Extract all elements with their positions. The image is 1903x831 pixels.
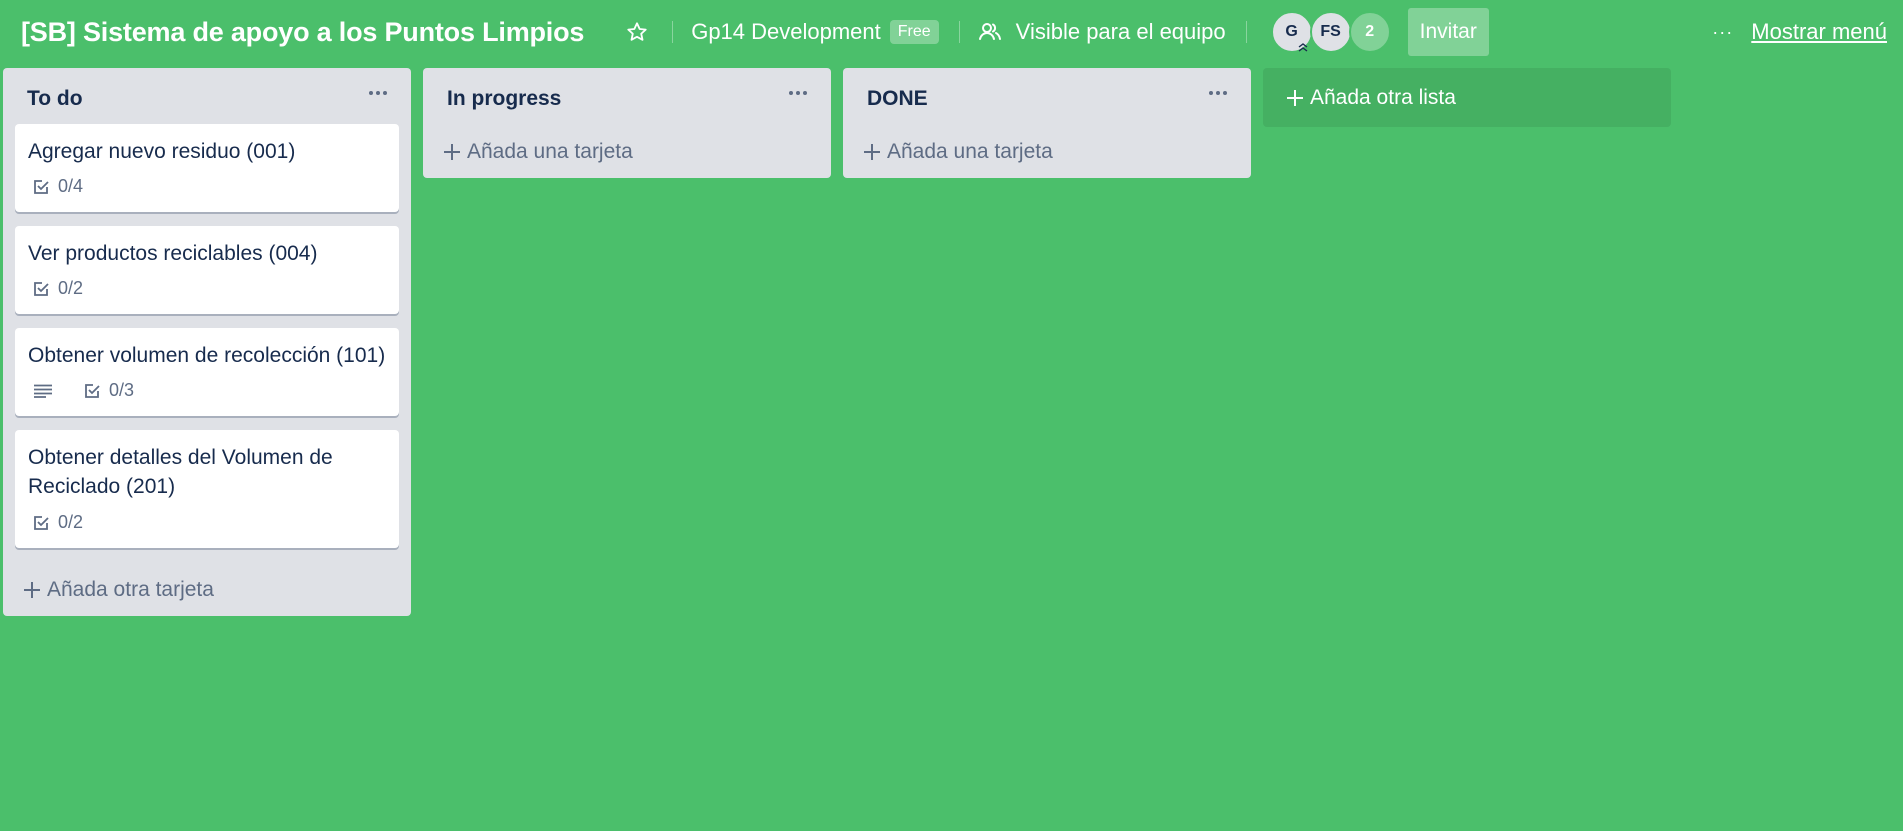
checklist-badge: 0/2 [33, 512, 83, 533]
list-menu-button[interactable] [1203, 78, 1233, 108]
more-members-count[interactable]: 2 [1348, 11, 1391, 53]
list-header[interactable]: DONE [843, 68, 1251, 128]
checklist-count: 0/4 [58, 176, 84, 196]
list-title[interactable]: DONE [867, 87, 928, 111]
checklist-badge: 0/2 [33, 278, 83, 299]
invite-button[interactable]: Invitar [1407, 8, 1489, 56]
more-icon[interactable]: ··· [1712, 22, 1733, 43]
list-in-progress: In progress Añada una tarjeta [423, 68, 831, 178]
card-badges: 0/2 [33, 512, 105, 533]
card-badges: 0/3 [33, 380, 156, 401]
checklist-count: 0/2 [58, 278, 84, 298]
more-icon [1209, 91, 1227, 95]
list-menu-button[interactable] [783, 78, 813, 108]
checklist-badge: 0/4 [33, 176, 83, 197]
card-title: Agregar nuevo residuo (001) [28, 140, 296, 163]
menu-area: ··· Mostrar menú [1712, 0, 1887, 64]
list-menu-button[interactable] [363, 78, 393, 108]
list-header[interactable]: In progress [423, 68, 831, 128]
show-menu-link[interactable]: Mostrar menú [1751, 19, 1887, 45]
plus-icon [864, 144, 880, 160]
visibility-button[interactable]: Visible para el equipo [978, 19, 1226, 45]
team-name[interactable]: Gp14 Development [691, 19, 881, 45]
card-badges: 0/2 [33, 278, 105, 299]
checklist-icon [85, 383, 100, 398]
add-card-button[interactable]: Añada una tarjeta [863, 140, 1053, 164]
checklist-count: 0/3 [109, 380, 135, 400]
plus-icon [24, 582, 40, 598]
board-header: [SB] Sistema de apoyo a los Puntos Limpi… [0, 0, 1903, 64]
header-divider [672, 21, 674, 43]
more-icon [369, 91, 387, 95]
team-visibility-icon [978, 23, 1001, 40]
card[interactable]: Ver productos reciclables (004) 0/2 [15, 226, 399, 314]
checklist-icon [34, 281, 49, 296]
more-icon [789, 91, 807, 95]
board-title[interactable]: [SB] Sistema de apoyo a los Puntos Limpi… [21, 17, 584, 48]
card-title: Obtener detalles del Volumen de Reciclad… [28, 446, 333, 498]
add-card-label: Añada una tarjeta [887, 140, 1053, 163]
avatar-initials: G [1285, 23, 1298, 40]
description-icon [34, 384, 52, 398]
description-badge [33, 384, 62, 398]
list-todo: To do Agregar nuevo residuo (001) 0/4 Ve… [3, 68, 411, 616]
list-title[interactable]: In progress [447, 87, 561, 111]
star-button[interactable] [622, 15, 652, 49]
list-header[interactable]: To do [3, 68, 411, 128]
board-members: G FS 2 [1270, 11, 1391, 53]
star-icon [627, 22, 647, 41]
card[interactable]: Agregar nuevo residuo (001) 0/4 [15, 124, 399, 212]
card-title: Ver productos reciclables (004) [28, 242, 318, 265]
checklist-icon [34, 179, 49, 194]
list-title[interactable]: To do [27, 87, 83, 111]
avatar-initials: FS [1320, 23, 1341, 40]
avatar[interactable]: FS [1309, 11, 1352, 53]
add-card-label: Añada una tarjeta [467, 140, 633, 163]
card[interactable]: Obtener detalles del Volumen de Reciclad… [15, 430, 399, 548]
plus-icon [444, 144, 460, 160]
plus-icon [1287, 89, 1303, 106]
header-divider [1245, 21, 1247, 43]
card-title: Obtener volumen de recolección (101) [28, 344, 386, 367]
add-card-button[interactable]: Añada una tarjeta [443, 140, 633, 164]
card[interactable]: Obtener volumen de recolección (101) 0/3 [15, 328, 399, 416]
add-card-label: Añada otra tarjeta [47, 578, 214, 601]
checklist-icon [34, 515, 49, 530]
add-card-button[interactable]: Añada otra tarjeta [23, 578, 214, 602]
visibility-label: Visible para el equipo [1015, 19, 1226, 44]
card-badges: 0/4 [33, 176, 105, 197]
list-done: DONE Añada una tarjeta [843, 68, 1251, 178]
checklist-count: 0/2 [58, 512, 84, 532]
checklist-badge: 0/3 [84, 380, 134, 401]
admin-chevron-icon [1298, 43, 1308, 52]
plan-badge: Free [889, 20, 939, 44]
add-list-button[interactable]: Añada otra lista [1263, 68, 1671, 127]
avatar[interactable]: G [1270, 11, 1313, 53]
header-divider [958, 21, 960, 43]
add-list-label: Añada otra lista [1310, 85, 1456, 109]
